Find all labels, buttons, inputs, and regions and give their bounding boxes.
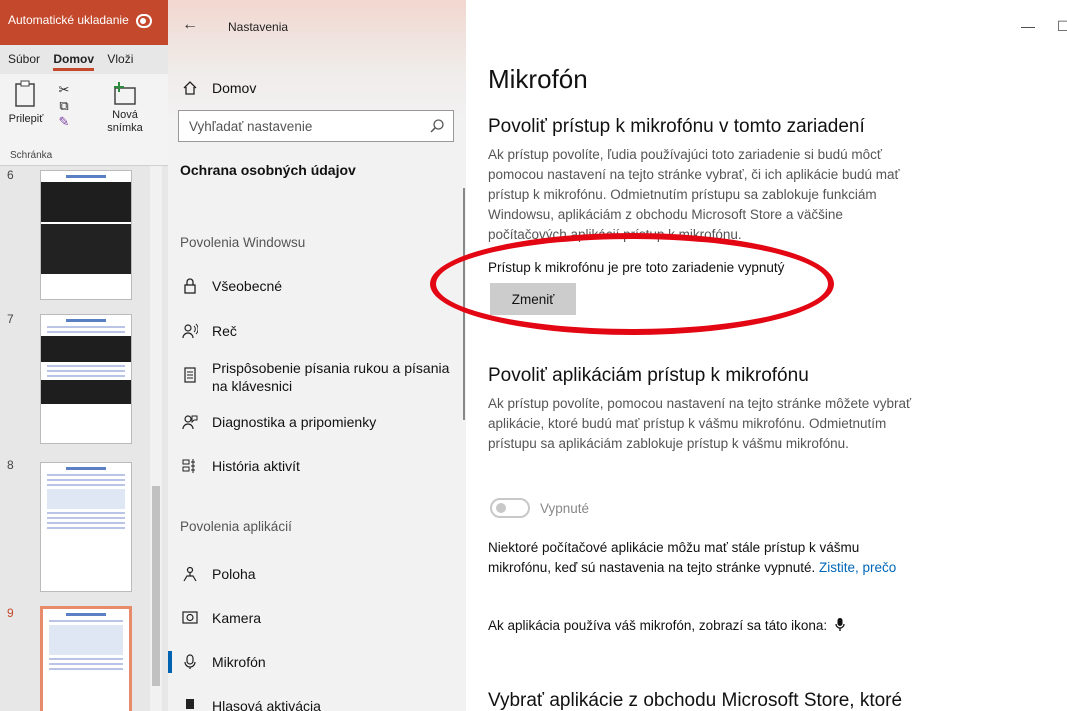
group-label-apps: Povolenia aplikácií xyxy=(180,519,292,534)
device-access-description: Ak prístup povolíte, ľudia používajúci t… xyxy=(488,147,900,242)
nav-item-diagnostics[interactable]: Diagnostika a pripomienky xyxy=(168,413,466,433)
tab-insert[interactable]: Vloži xyxy=(107,52,133,66)
ppt-titlebar: Automatické ukladanie xyxy=(0,0,168,45)
clipboard-icon xyxy=(15,80,35,107)
paste-button[interactable]: Prilepiť xyxy=(6,80,46,125)
toggle-state-label: Vypnuté xyxy=(540,500,590,516)
slide-thumbnail[interactable] xyxy=(40,314,132,444)
nav-item-label: Prispôsobenie písania rukou a písania na… xyxy=(212,360,450,394)
nav-item-label: Všeobecné xyxy=(212,278,283,294)
device-access-heading: Povoliť prístup k mikrofónu v tomto zari… xyxy=(488,116,865,137)
home-label: Domov xyxy=(212,80,257,96)
section-title: Ochrana osobných údajov xyxy=(180,162,356,178)
mic-icon-note-text: Ak aplikácia používa váš mikrofón, zobra… xyxy=(488,618,828,633)
voice-icon xyxy=(168,697,212,711)
nav-item-label: Reč xyxy=(212,323,237,339)
app-access-toggle[interactable]: Vypnuté xyxy=(490,498,589,518)
nav-item-label: Kamera xyxy=(212,610,262,626)
nav-item-location[interactable]: Poloha xyxy=(168,565,466,585)
nav-item-general[interactable]: Všeobecné xyxy=(168,277,466,297)
new-slide-label: Nová snímka xyxy=(107,109,143,134)
nav-item-label: Mikrofón xyxy=(212,654,266,670)
microphone-indicator-icon xyxy=(835,618,845,631)
nav-item-camera[interactable]: Kamera xyxy=(168,609,466,627)
autosave-label: Automatické ukladanie xyxy=(8,13,129,27)
slide-thumbnail-selected[interactable] xyxy=(40,606,132,711)
nav-home[interactable]: Domov xyxy=(182,80,256,96)
paste-label: Prilepiť xyxy=(8,113,44,125)
nav-item-label: Poloha xyxy=(212,566,256,582)
nav-item-label: Hlasová aktivácia xyxy=(212,698,321,711)
slide-thumbnails: 6 7 8 9 xyxy=(0,166,168,711)
timeline-icon xyxy=(168,457,212,477)
slide-number: 8 xyxy=(7,458,14,472)
learn-why-link[interactable]: Zistite, prečo xyxy=(819,560,896,575)
lock-icon xyxy=(168,277,212,297)
slide-number: 6 xyxy=(7,168,14,182)
new-slide-icon xyxy=(114,82,136,105)
thumbnail-scrollbar[interactable] xyxy=(150,166,162,711)
nav-item-activity-history[interactable]: História aktivít xyxy=(168,457,466,477)
minimize-icon[interactable]: — xyxy=(1021,18,1035,34)
search-input[interactable]: Vyhľadať nastavenie xyxy=(178,110,454,142)
page-title: Mikrofón xyxy=(488,64,588,94)
ppt-ribbon-tabs: Súbor Domov Vloži xyxy=(8,52,143,71)
speech-icon xyxy=(168,322,212,342)
cut-copy-buttons[interactable]: ✂ ⧉ ✎ xyxy=(52,82,76,130)
nav-item-inking[interactable]: Prispôsobenie písania rukou a písania na… xyxy=(168,359,466,395)
change-button[interactable]: Zmeniť xyxy=(490,283,576,315)
inking-icon xyxy=(168,359,212,386)
device-access-status: Prístup k mikrofónu je pre toto zariaden… xyxy=(488,260,785,275)
nav-item-voice-activation[interactable]: Hlasová aktivácia xyxy=(168,697,466,711)
autosave-toggle[interactable] xyxy=(136,13,153,28)
tab-file[interactable]: Súbor xyxy=(8,52,40,66)
format-painter-icon[interactable]: ✎ xyxy=(52,114,76,130)
slide-thumbnail[interactable] xyxy=(40,170,132,300)
back-arrow-icon[interactable]: ← xyxy=(182,16,198,34)
slide-number: 7 xyxy=(7,312,14,326)
window-controls: — ☐ xyxy=(1007,18,1067,34)
slide-thumbnail[interactable] xyxy=(40,462,132,592)
nav-scrollbar[interactable] xyxy=(463,188,465,420)
microphone-icon xyxy=(168,653,212,673)
maximize-icon[interactable]: ☐ xyxy=(1057,18,1067,35)
app-access-heading: Povoliť aplikáciám prístup k mikrofónu xyxy=(488,365,809,386)
settings-nav: ← Nastavenia Domov Vyhľadať nastavenie O… xyxy=(168,0,466,711)
app-title: Nastavenia xyxy=(228,20,289,34)
mic-icon-note: Ak aplikácia používa váš mikrofón, zobra… xyxy=(488,616,918,636)
clipboard-group-label: Schránka xyxy=(10,150,53,161)
desktop-apps-note: Niektoré počítačové aplikácie môžu mať s… xyxy=(488,538,918,578)
content-pane: — ☐ Mikrofón Povoliť prístup k mikrofónu… xyxy=(466,0,1067,711)
location-icon xyxy=(168,565,212,585)
nav-item-speech[interactable]: Reč xyxy=(168,322,466,342)
scissors-icon[interactable]: ✂ xyxy=(52,82,76,98)
search-placeholder: Vyhľadať nastavenie xyxy=(189,119,313,134)
powerpoint-window: Automatické ukladanie Súbor Domov Vloži … xyxy=(0,0,168,711)
toggle-switch[interactable] xyxy=(490,498,530,518)
copy-icon[interactable]: ⧉ xyxy=(52,98,76,114)
search-icon[interactable] xyxy=(429,118,445,134)
nav-item-label: História aktivít xyxy=(212,458,300,474)
nav-item-label: Diagnostika a pripomienky xyxy=(212,414,377,430)
store-apps-heading: Vybrať aplikácie z obchodu Microsoft Sto… xyxy=(488,690,903,711)
desktop-apps-note-text: Niektoré počítačové aplikácie môžu mať s… xyxy=(488,540,860,575)
group-label-windows: Povolenia Windowsu xyxy=(180,235,306,250)
new-slide-button[interactable]: Nová snímka xyxy=(100,80,150,135)
settings-titlebar: ← Nastavenia xyxy=(168,0,466,52)
slide-number-selected: 9 xyxy=(7,606,14,620)
camera-icon xyxy=(168,609,212,627)
nav-item-microphone[interactable]: Mikrofón xyxy=(168,651,466,673)
tab-home[interactable]: Domov xyxy=(53,52,95,71)
home-icon xyxy=(183,81,197,95)
app-access-description: Ak prístup povolíte, pomocou nastavení n… xyxy=(488,396,912,451)
feedback-icon xyxy=(168,413,212,433)
